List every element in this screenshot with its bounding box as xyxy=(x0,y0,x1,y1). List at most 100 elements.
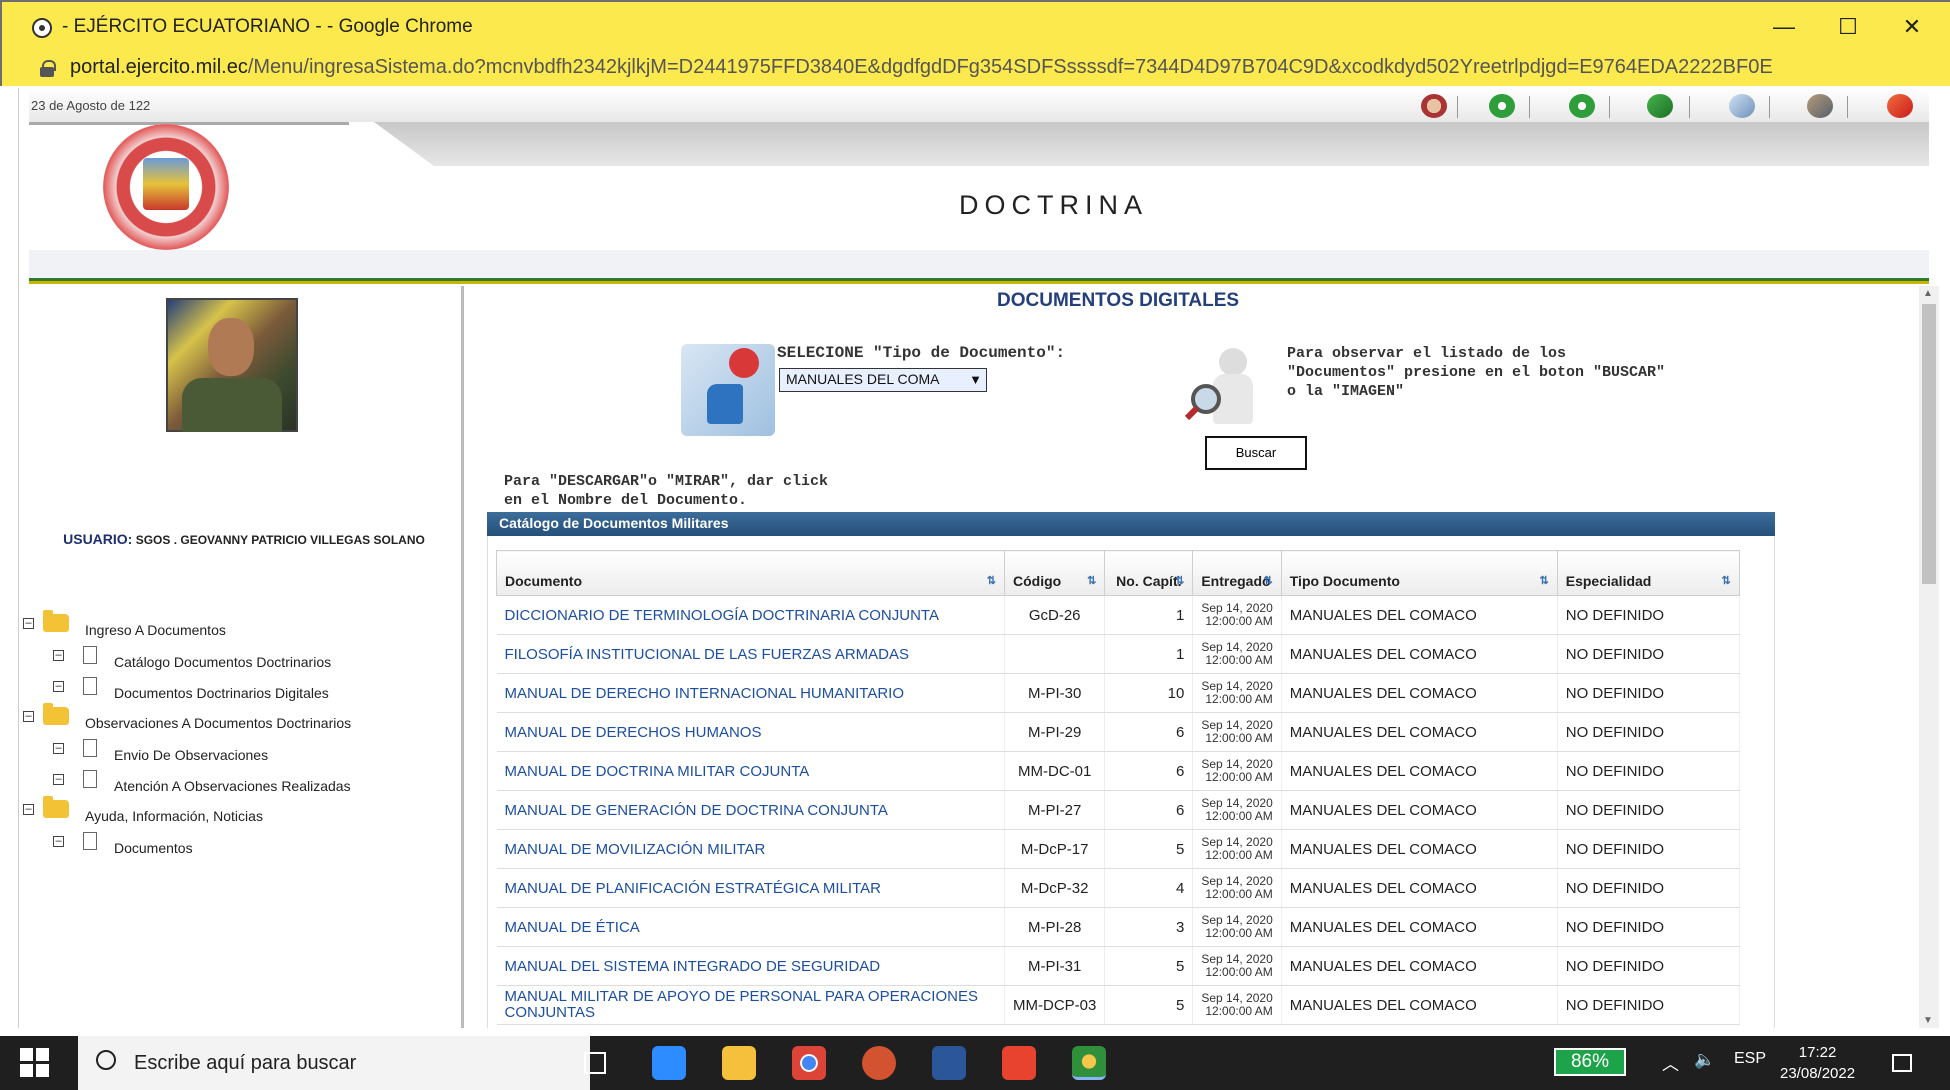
collapse-icon[interactable]: – xyxy=(23,804,34,815)
tree-item-ingreso[interactable]: Ingreso A Documentos xyxy=(85,622,226,638)
tree-item-ayuda[interactable]: Ayuda, Información, Noticias xyxy=(85,808,263,824)
document-icon xyxy=(83,770,97,788)
especialidad-cell: NO DEFINIDO xyxy=(1557,634,1740,674)
refresh-icon[interactable] xyxy=(1647,94,1673,118)
vertical-scrollbar[interactable]: ▲ ▼ xyxy=(1919,286,1939,1028)
col-especialidad[interactable]: Especialidad ⇅ xyxy=(1556,550,1740,596)
capitulos-cell: 6 xyxy=(1104,712,1194,752)
taskbar-search[interactable]: Escribe aquí para buscar xyxy=(78,1036,590,1090)
language-indicator[interactable]: ESP xyxy=(1734,1050,1766,1068)
back-icon[interactable] xyxy=(1489,94,1515,118)
collapse-icon[interactable]: – xyxy=(53,681,64,692)
doc-link[interactable]: MANUAL DE GENERACIÓN DE DOCTRINA CONJUNT… xyxy=(496,790,1005,830)
tree-item-envio[interactable]: Envio De Observaciones xyxy=(114,747,268,763)
capitulos-cell: 6 xyxy=(1104,751,1194,791)
tree-item-catalogo[interactable]: Catálogo Documentos Doctrinarios xyxy=(114,654,331,670)
doc-link[interactable]: MANUAL DE MOVILIZACIÓN MILITAR xyxy=(496,829,1005,869)
chrome-icon[interactable] xyxy=(792,1046,826,1080)
clock[interactable]: 17:22 23/08/2022 xyxy=(1780,1042,1855,1084)
task-view-icon[interactable] xyxy=(584,1052,606,1074)
scroll-thumb[interactable] xyxy=(1922,304,1936,584)
file-explorer-icon[interactable] xyxy=(722,1046,756,1080)
table-row: MANUAL DE MOVILIZACIÓN MILITAR M-DcP-17 5 S… xyxy=(496,829,1740,869)
maximize-button[interactable]: ☐ xyxy=(1826,12,1870,44)
sort-icon: ⇅ xyxy=(1263,575,1273,587)
collapse-icon[interactable]: – xyxy=(53,836,64,847)
notifications-icon[interactable] xyxy=(1892,1054,1912,1072)
col-capitulos[interactable]: No. Capít. ⇅ xyxy=(1104,550,1194,596)
tree-item-atencion[interactable]: Atención A Observaciones Realizadas xyxy=(114,778,351,794)
home-icon[interactable] xyxy=(1421,94,1447,118)
folder-icon xyxy=(43,610,69,632)
document-type-select[interactable]: MANUALES DEL COMA ▼ xyxy=(779,368,987,392)
codigo-cell xyxy=(1004,634,1106,674)
minimize-button[interactable]: — xyxy=(1762,12,1806,44)
exit-icon[interactable] xyxy=(1887,94,1913,118)
entregado-cell: Sep 14, 2020 12:00:00 AM xyxy=(1192,907,1282,947)
pdf-app-icon[interactable] xyxy=(1002,1046,1036,1080)
collapse-icon[interactable]: – xyxy=(53,743,64,754)
especialidad-cell: NO DEFINIDO xyxy=(1557,946,1740,986)
taskbar-search-placeholder: Escribe aquí para buscar xyxy=(134,1052,357,1074)
doc-link[interactable]: MANUAL DE ÉTICA xyxy=(496,907,1005,947)
user-settings-icon[interactable] xyxy=(1807,94,1833,118)
buscar-button[interactable]: Buscar xyxy=(1205,436,1307,470)
collapse-icon[interactable]: – xyxy=(53,650,64,661)
address-bar[interactable]: portal.ejercito.mil.ec/Menu/ingresaSiste… xyxy=(0,52,1950,86)
windows-start-button[interactable] xyxy=(20,1048,50,1078)
doc-link[interactable]: MANUAL DE DOCTRINA MILITAR COJUNTA xyxy=(496,751,1005,791)
table-row: MANUAL DE DERECHOS HUMANOS M-PI-29 6 Sep 14… xyxy=(496,712,1740,752)
forward-icon[interactable] xyxy=(1569,94,1595,118)
document-icon xyxy=(83,832,97,850)
top-strip: 23 de Agosto de 122 xyxy=(29,88,1929,122)
col-documento[interactable]: Documento ⇅ xyxy=(496,550,1005,596)
tree-item-observaciones[interactable]: Observaciones A Documentos Doctrinarios xyxy=(85,715,351,731)
chrome-active-icon[interactable] xyxy=(1072,1046,1106,1080)
tree-item-documentos[interactable]: Documentos xyxy=(114,840,193,856)
document-icon xyxy=(83,646,97,664)
entregado-cell: Sep 14, 2020 12:00:00 AM xyxy=(1192,595,1282,635)
doc-link[interactable]: MANUAL DEL SISTEMA INTEGRADO DE SEGURIDA… xyxy=(496,946,1005,986)
doc-link[interactable]: MANUAL DE PLANIFICACIÓN ESTRATÉGICA MILI… xyxy=(496,868,1005,908)
table-row: MANUAL DE DERECHO INTERNACIONAL HUMANITA… xyxy=(496,673,1740,713)
army-seal-logo xyxy=(103,124,229,250)
word-icon[interactable] xyxy=(932,1046,966,1080)
search-image[interactable] xyxy=(1184,348,1271,434)
col-tipo[interactable]: Tipo Documento ⇅ xyxy=(1280,550,1558,596)
entregado-cell: Sep 14, 2020 12:00:00 AM xyxy=(1192,751,1282,791)
volume-icon[interactable]: 🔈 xyxy=(1694,1050,1715,1070)
especialidad-cell: NO DEFINIDO xyxy=(1557,829,1740,869)
close-button[interactable]: ✕ xyxy=(1890,12,1934,44)
codigo-cell: GcD-26 xyxy=(1004,595,1106,635)
tipo-cell: MANUALES DEL COMACO xyxy=(1281,907,1558,947)
collapse-icon[interactable]: – xyxy=(23,711,34,722)
battery-indicator[interactable]: 86% xyxy=(1554,1048,1626,1076)
especialidad-cell: NO DEFINIDO xyxy=(1557,907,1740,947)
chevron-up-icon[interactable]: ︿ xyxy=(1662,1050,1679,1075)
left-panel: USUARIO: SGOS . GEOVANNY PATRICIO VILLEG… xyxy=(19,286,464,1028)
current-date: 23 de Agosto de 122 xyxy=(31,98,151,113)
codigo-cell: M-PI-31 xyxy=(1004,946,1106,986)
document-icon xyxy=(83,739,97,757)
doc-link[interactable]: FILOSOFÍA INSTITUCIONAL DE LAS FUERZAS A… xyxy=(496,634,1005,674)
doc-link[interactable]: MANUAL DE DERECHOS HUMANOS xyxy=(496,712,1005,752)
doc-link[interactable]: DICCIONARIO DE TERMINOLOGÍA DOCTRINARIA … xyxy=(496,595,1005,635)
user-info: USUARIO: SGOS . GEOVANNY PATRICIO VILLEG… xyxy=(39,531,449,549)
col-codigo[interactable]: Código ⇅ xyxy=(1003,550,1106,596)
table-row: MANUAL DE GENERACIÓN DE DOCTRINA CONJUNT… xyxy=(496,790,1740,830)
url-text[interactable]: portal.ejercito.mil.ec/Menu/ingresaSiste… xyxy=(70,56,1773,79)
entregado-cell: Sep 14, 2020 12:00:00 AM xyxy=(1192,634,1282,674)
tree-item-digitales[interactable]: Documentos Doctrinarios Digitales xyxy=(114,685,329,701)
tipo-cell: MANUALES DEL COMACO xyxy=(1281,790,1558,830)
main-panel: DOCUMENTOS DIGITALES SELECIONE "Tipo de … xyxy=(467,286,1919,1028)
doc-link[interactable]: MANUAL MILITAR DE APOYO DE PERSONAL PARA… xyxy=(496,985,1005,1025)
entregado-cell: Sep 14, 2020 12:00:00 AM xyxy=(1192,985,1282,1025)
collapse-icon[interactable]: – xyxy=(23,618,34,629)
doc-link[interactable]: MANUAL DE DERECHO INTERNACIONAL HUMANITA… xyxy=(496,673,1005,713)
print-icon[interactable] xyxy=(1729,94,1755,118)
collapse-icon[interactable]: – xyxy=(53,774,64,785)
powerpoint-icon[interactable] xyxy=(862,1046,896,1080)
tipo-cell: MANUALES DEL COMACO xyxy=(1281,751,1558,791)
col-entregado[interactable]: Entregado ⇅ xyxy=(1192,550,1282,596)
zoom-icon[interactable] xyxy=(652,1046,686,1080)
